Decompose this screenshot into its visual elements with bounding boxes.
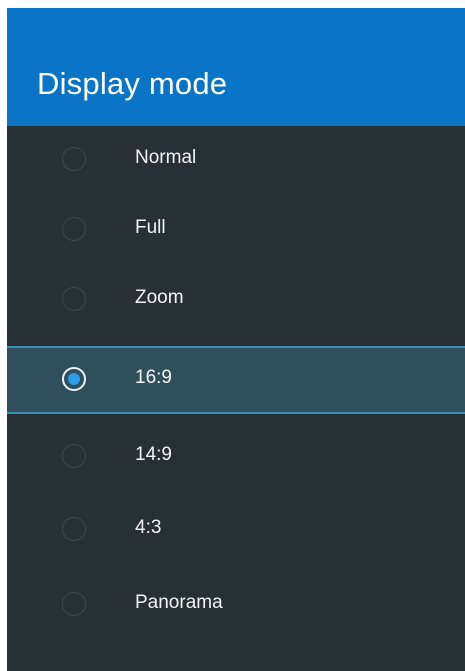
display-mode-dialog: Display mode Normal Full Zoom 16:9 14:9	[7, 8, 465, 671]
dialog-header: Display mode	[7, 8, 465, 126]
option-label: 16:9	[135, 367, 172, 388]
radio-unselected-icon[interactable]	[62, 217, 86, 241]
option-4-3[interactable]: 4:3	[7, 496, 465, 564]
radio-unselected-icon[interactable]	[62, 444, 86, 468]
option-full[interactable]: Full	[7, 196, 465, 264]
option-label: 14:9	[135, 444, 172, 465]
option-normal[interactable]: Normal	[7, 126, 465, 194]
option-label: Panorama	[135, 592, 223, 613]
dialog-title: Display mode	[37, 66, 228, 101]
option-zoom[interactable]: Zoom	[7, 266, 465, 334]
radio-unselected-icon[interactable]	[62, 147, 86, 171]
option-14-9[interactable]: 14:9	[7, 423, 465, 491]
radio-selected-icon[interactable]	[62, 367, 86, 391]
radio-unselected-icon[interactable]	[62, 592, 86, 616]
option-panorama[interactable]: Panorama	[7, 571, 465, 639]
option-label: Full	[135, 217, 166, 238]
option-label: Normal	[135, 147, 197, 168]
option-label: 4:3	[135, 517, 162, 538]
radio-unselected-icon[interactable]	[62, 287, 86, 311]
radio-dot-icon	[68, 373, 80, 385]
radio-unselected-icon[interactable]	[62, 517, 86, 541]
option-label: Zoom	[135, 287, 184, 308]
option-16-9[interactable]: 16:9	[7, 346, 465, 414]
